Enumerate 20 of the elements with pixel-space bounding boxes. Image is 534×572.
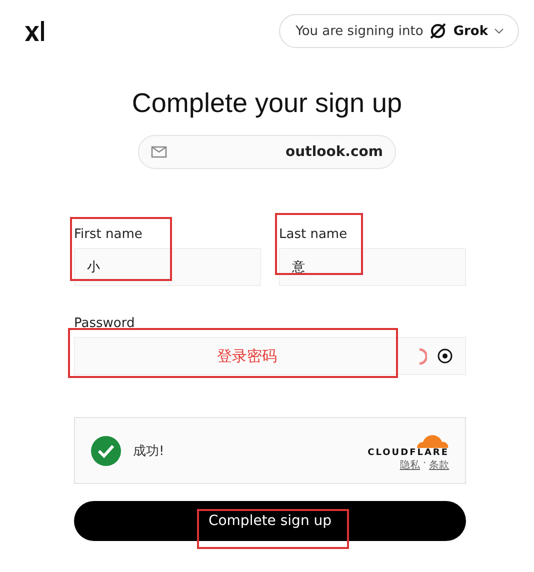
- page-title: Complete your sign up: [130, 88, 404, 119]
- annotation-text: 登录密码: [217, 346, 277, 366]
- loading-spinner-icon: [418, 348, 427, 364]
- captcha-status: 成功!: [133, 442, 164, 460]
- password-field[interactable]: 登录密码: [74, 337, 466, 375]
- field-label: Last name: [279, 227, 348, 242]
- chevron-down-icon: [494, 28, 504, 34]
- cloudflare-wordmark: CLOUDFLARE: [368, 448, 449, 458]
- logo-icon: [24, 20, 46, 42]
- name-field[interactable]: 小: [74, 248, 261, 286]
- name-field[interactable]: 意: [279, 248, 466, 286]
- separator-dot: ·: [422, 458, 426, 470]
- footer-link[interactable]: 条款: [429, 458, 449, 472]
- field-label: First name: [74, 227, 144, 242]
- email-field: outlook.com: [138, 135, 396, 169]
- mail-icon: [151, 146, 167, 158]
- footer-link[interactable]: 隐私: [400, 458, 420, 472]
- field-label: Password: [74, 316, 136, 331]
- signing-into-selector[interactable]: You are signing into Grok: [278, 14, 519, 48]
- complete-sign-up-button[interactable]: Complete sign up: [74, 501, 466, 541]
